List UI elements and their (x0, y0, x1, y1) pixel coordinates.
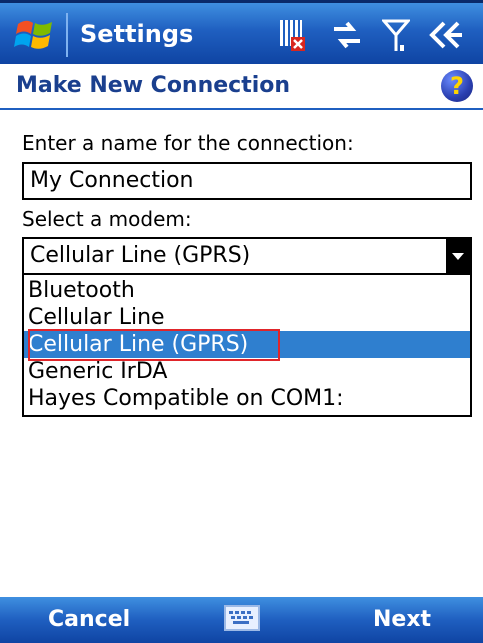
cancel-button[interactable]: Cancel (48, 607, 130, 632)
softkey-bar: Cancel Next (0, 597, 483, 643)
next-button[interactable]: Next (373, 607, 431, 632)
windows-start-icon[interactable] (14, 16, 56, 54)
modem-options-list[interactable]: Bluetooth Cellular Line Cellular Line (G… (22, 275, 472, 417)
page-header: Make New Connection ? (0, 64, 483, 110)
modem-option-bluetooth[interactable]: Bluetooth (28, 277, 468, 304)
title-separator (66, 13, 68, 57)
signal-antenna-icon[interactable] (382, 17, 410, 53)
connection-name-input[interactable]: My Connection (22, 162, 472, 200)
memory-card-icon[interactable] (277, 17, 311, 53)
modem-dropdown[interactable]: Cellular Line (GPRS) (22, 237, 472, 275)
chevron-down-icon[interactable] (446, 239, 470, 273)
modem-option-generic-irda[interactable]: Generic IrDA (28, 358, 468, 385)
connectivity-arrows-icon[interactable] (330, 17, 364, 53)
speaker-icon[interactable] (428, 17, 464, 53)
help-icon[interactable]: ? (441, 70, 473, 102)
modem-label: Select a modem: (22, 207, 192, 231)
app-title: Settings (80, 20, 194, 48)
title-bar: Settings (0, 0, 483, 64)
keyboard-icon[interactable] (224, 605, 260, 631)
connection-name-label: Enter a name for the connection: (22, 131, 354, 155)
modem-option-cellular-line-gprs[interactable]: Cellular Line (GPRS) (24, 331, 470, 358)
page-title: Make New Connection (16, 73, 291, 98)
modem-option-cellular-line[interactable]: Cellular Line (28, 304, 468, 331)
modem-option-hayes-com1[interactable]: Hayes Compatible on COM1: (28, 385, 468, 412)
modem-dropdown-value: Cellular Line (GPRS) (30, 243, 251, 268)
